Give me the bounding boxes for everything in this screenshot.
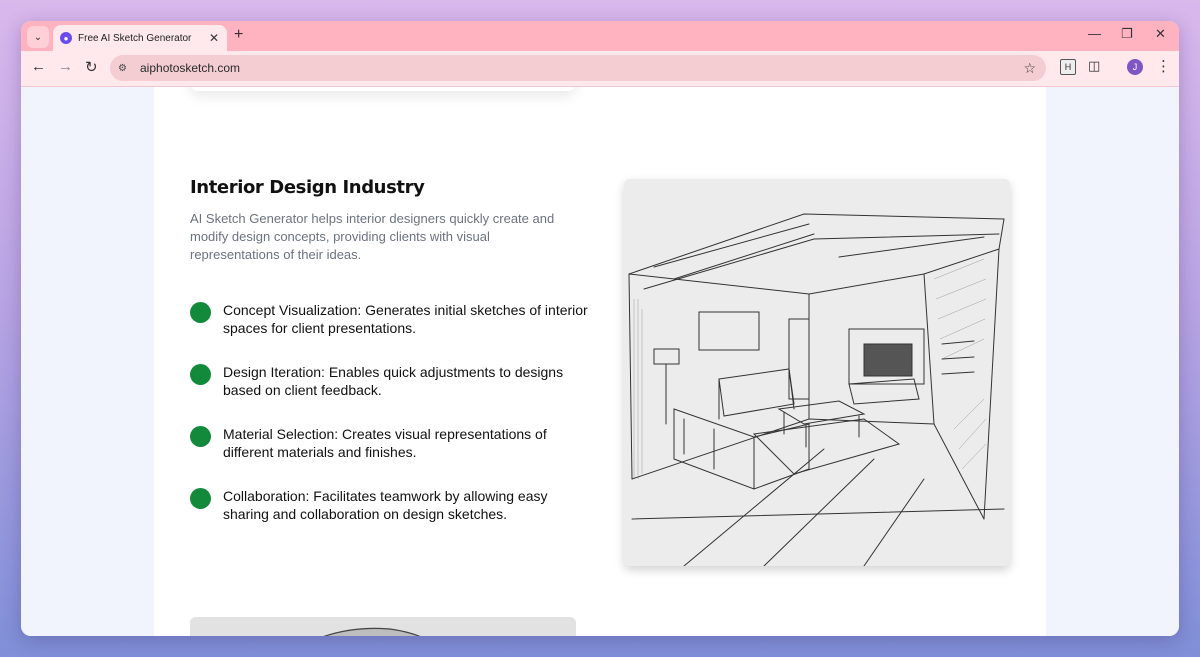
- restore-icon[interactable]: ❐: [1121, 26, 1133, 42]
- section-title: Interior Design Industry: [190, 177, 425, 198]
- tab-title: Free AI Sketch Generator: [78, 32, 192, 44]
- extension-h-icon[interactable]: H: [1060, 59, 1076, 75]
- section-description: AI Sketch Generator helps interior desig…: [190, 211, 555, 262]
- content-column: Interior Design Industry AI Sketch Gener…: [154, 87, 1046, 636]
- next-sketch-drawing: [190, 617, 576, 636]
- site-favicon-icon: ●: [60, 32, 72, 44]
- green-bullet-icon: [190, 364, 211, 385]
- profile-avatar[interactable]: J: [1127, 59, 1143, 75]
- next-card-image: [190, 617, 576, 636]
- new-tab-button[interactable]: +: [234, 26, 243, 44]
- close-window-icon[interactable]: ✕: [1155, 26, 1166, 42]
- feature-list: Concept Visualization: Generates initial…: [190, 301, 590, 549]
- feature-text: Material Selection: Creates visual repre…: [223, 426, 547, 460]
- browser-window: ⌄ ● Free AI Sketch Generator ✕ + — ❐ ✕ ←…: [21, 21, 1179, 636]
- feature-item: Concept Visualization: Generates initial…: [190, 301, 590, 363]
- feature-item: Design Iteration: Enables quick adjustme…: [190, 363, 590, 425]
- feature-item: Collaboration: Facilitates teamwork by a…: [190, 487, 590, 549]
- previous-card-edge: [190, 87, 576, 91]
- interior-sketch-image: [624, 179, 1010, 566]
- reload-icon[interactable]: ↻: [85, 58, 98, 76]
- tab-strip: ⌄ ● Free AI Sketch Generator ✕ + — ❐ ✕: [21, 21, 1179, 51]
- forward-arrow-icon[interactable]: →: [58, 58, 73, 75]
- feature-text: Design Iteration: Enables quick adjustme…: [223, 364, 564, 398]
- address-bar[interactable]: ⚙ aiphotosketch.com ☆: [110, 55, 1046, 81]
- sketch-drawing: [624, 179, 1010, 566]
- tab-active[interactable]: ● Free AI Sketch Generator ✕: [53, 25, 227, 51]
- close-tab-icon[interactable]: ✕: [209, 31, 219, 45]
- back-arrow-icon[interactable]: ←: [31, 58, 46, 75]
- browser-toolbar: ← → ↻ ⚙ aiphotosketch.com ☆ H ◫ J ⋮: [21, 51, 1179, 87]
- minimize-icon[interactable]: —: [1088, 26, 1101, 41]
- site-settings-icon[interactable]: ⚙: [118, 63, 134, 74]
- more-options-icon[interactable]: ⋮: [1156, 57, 1171, 75]
- feature-text: Collaboration: Facilitates teamwork by a…: [223, 488, 548, 522]
- green-bullet-icon: [190, 426, 211, 447]
- extensions-puzzle-icon[interactable]: ◫: [1088, 58, 1100, 74]
- tab-search-button[interactable]: ⌄: [27, 26, 49, 48]
- bookmark-star-icon[interactable]: ☆: [1023, 60, 1036, 77]
- page-viewport: Interior Design Industry AI Sketch Gener…: [21, 87, 1179, 636]
- url-text[interactable]: aiphotosketch.com: [140, 61, 1023, 75]
- green-bullet-icon: [190, 488, 211, 509]
- chevron-down-icon: ⌄: [33, 31, 43, 43]
- feature-text: Concept Visualization: Generates initial…: [223, 302, 588, 336]
- feature-item: Material Selection: Creates visual repre…: [190, 425, 590, 487]
- green-bullet-icon: [190, 302, 211, 323]
